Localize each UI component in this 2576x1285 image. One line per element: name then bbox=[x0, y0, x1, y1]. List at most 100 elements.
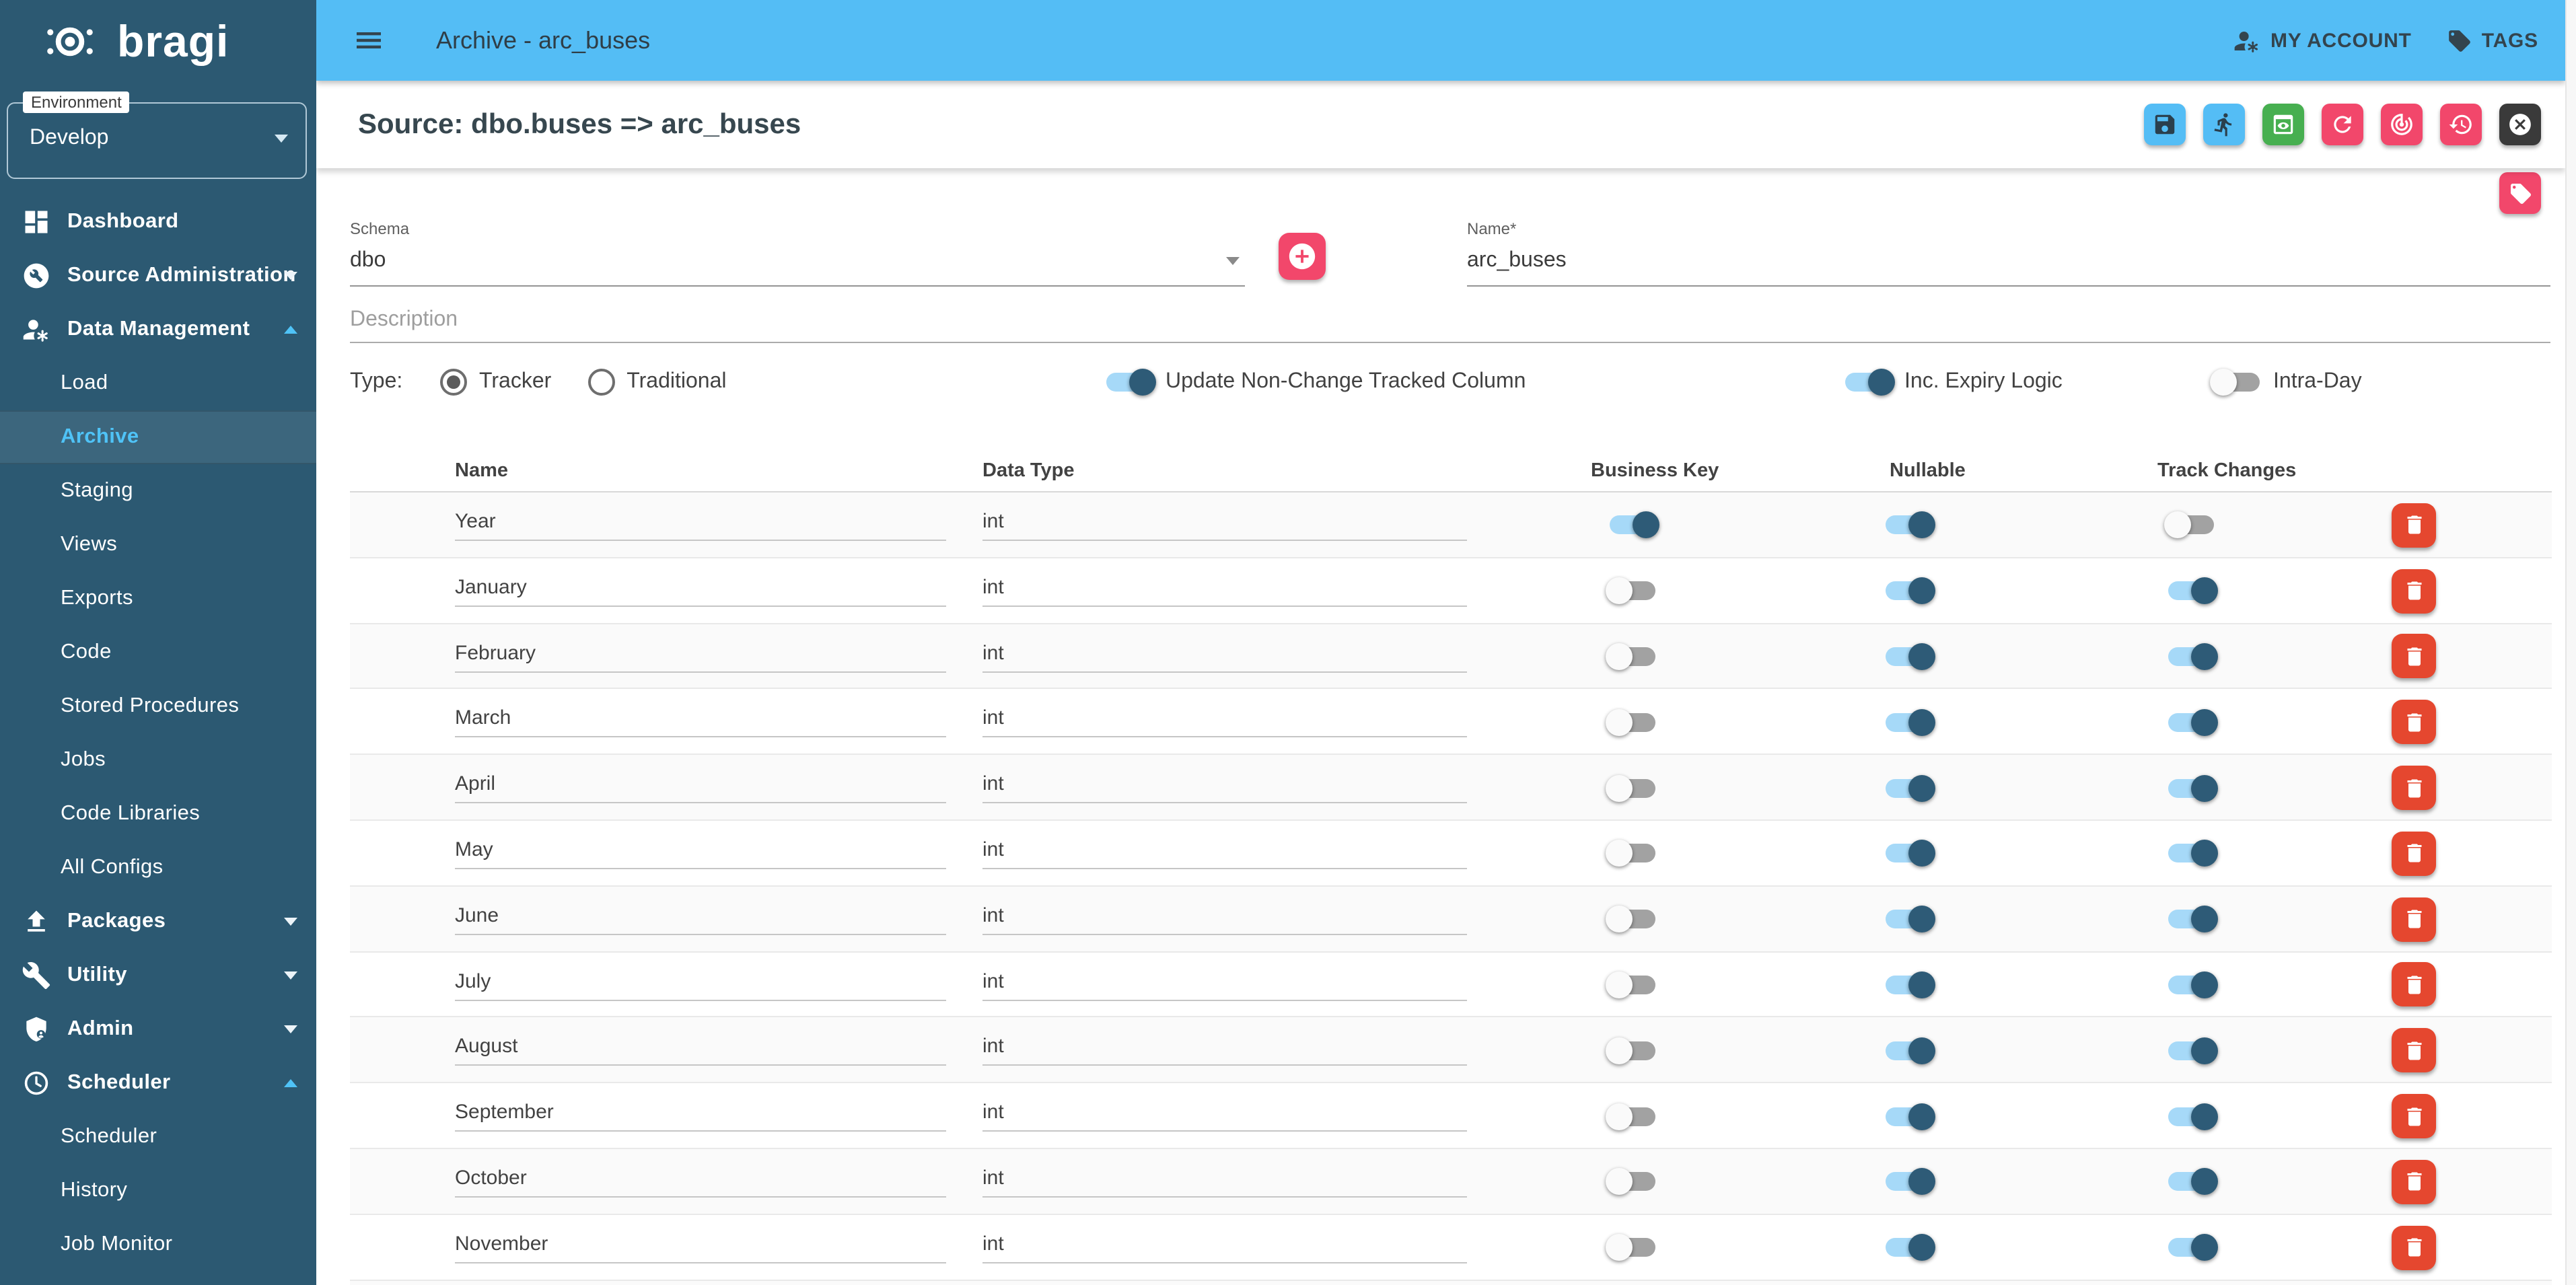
delete-row-button[interactable] bbox=[2392, 568, 2436, 613]
data-type-input[interactable]: int bbox=[982, 832, 1467, 869]
track-changes-switch[interactable] bbox=[2168, 577, 2214, 604]
nullable-switch[interactable] bbox=[1886, 774, 1931, 801]
business-key-switch[interactable] bbox=[1610, 1103, 1655, 1130]
business-key-switch[interactable] bbox=[1610, 1037, 1655, 1064]
track-changes-switch[interactable] bbox=[2168, 512, 2214, 539]
data-type-input[interactable]: int bbox=[982, 1094, 1467, 1132]
sidebar-item-data-management[interactable]: Data Management bbox=[0, 303, 316, 357]
sidebar-item-scheduler[interactable]: Scheduler bbox=[0, 1056, 316, 1110]
track-changes-switch[interactable] bbox=[2168, 643, 2214, 670]
delete-row-button[interactable] bbox=[2392, 503, 2436, 548]
data-type-input[interactable]: int bbox=[982, 1029, 1467, 1066]
data-type-input[interactable]: int bbox=[982, 963, 1467, 1000]
business-key-switch[interactable] bbox=[1610, 840, 1655, 867]
sidebar-item-views[interactable]: Views bbox=[0, 518, 316, 572]
business-key-switch[interactable] bbox=[1610, 709, 1655, 736]
delete-row-button[interactable] bbox=[2392, 766, 2436, 810]
delete-row-button[interactable] bbox=[2392, 963, 2436, 1007]
nullable-switch[interactable] bbox=[1886, 906, 1931, 932]
radio-tracker[interactable] bbox=[440, 369, 467, 396]
refresh-button[interactable] bbox=[2322, 104, 2363, 145]
sidebar-item-job-monitor[interactable]: Job Monitor bbox=[0, 1218, 316, 1272]
inc-expiry-logic-switch[interactable] bbox=[1845, 369, 1891, 396]
nullable-switch[interactable] bbox=[1886, 1169, 1931, 1196]
column-name-input[interactable]: November bbox=[455, 1226, 946, 1263]
business-key-switch[interactable] bbox=[1610, 774, 1655, 801]
track-changes-switch[interactable] bbox=[2168, 774, 2214, 801]
track-changes-switch[interactable] bbox=[2168, 1103, 2214, 1130]
sidebar-item-jobs[interactable]: Jobs bbox=[0, 733, 316, 787]
track-changes-switch[interactable] bbox=[2168, 1169, 2214, 1196]
schema-select[interactable]: Schema dbo bbox=[350, 219, 1245, 287]
data-type-input[interactable]: int bbox=[982, 503, 1467, 541]
track-changes-switch[interactable] bbox=[2168, 906, 2214, 932]
delete-row-button[interactable] bbox=[2392, 1160, 2436, 1204]
nullable-switch[interactable] bbox=[1886, 643, 1931, 670]
column-name-input[interactable]: July bbox=[455, 963, 946, 1000]
nullable-switch[interactable] bbox=[1886, 971, 1931, 998]
business-key-switch[interactable] bbox=[1610, 577, 1655, 604]
delete-row-button[interactable] bbox=[2392, 1029, 2436, 1073]
sidebar-item-utility[interactable]: Utility bbox=[0, 949, 316, 1002]
delete-row-button[interactable] bbox=[2392, 700, 2436, 745]
sidebar-item-source-administration[interactable]: Source Administration bbox=[0, 249, 316, 303]
sidebar-item-history[interactable]: History bbox=[0, 1164, 316, 1218]
sidebar-item-scheduler-sub[interactable]: Scheduler bbox=[0, 1110, 316, 1164]
sidebar-item-admin[interactable]: Admin bbox=[0, 1002, 316, 1056]
menu-icon[interactable] bbox=[353, 24, 385, 57]
data-type-input[interactable]: int bbox=[982, 1226, 1467, 1263]
column-name-input[interactable]: January bbox=[455, 569, 946, 607]
track-changes-button[interactable] bbox=[2381, 104, 2423, 145]
nullable-switch[interactable] bbox=[1886, 1234, 1931, 1261]
data-type-input[interactable]: int bbox=[982, 766, 1467, 803]
environment-select[interactable]: Environment Develop bbox=[7, 102, 307, 179]
nullable-switch[interactable] bbox=[1886, 512, 1931, 539]
description-field[interactable]: Description bbox=[350, 307, 2550, 343]
tags-menu-button[interactable]: TAGS bbox=[2447, 28, 2538, 53]
track-changes-switch[interactable] bbox=[2168, 971, 2214, 998]
history-button[interactable] bbox=[2440, 104, 2482, 145]
save-button[interactable] bbox=[2144, 104, 2186, 145]
sidebar-item-dashboard[interactable]: Dashboard bbox=[0, 195, 316, 249]
business-key-switch[interactable] bbox=[1610, 971, 1655, 998]
radio-option-traditional[interactable]: Traditional bbox=[587, 369, 726, 396]
add-schema-button[interactable] bbox=[1279, 233, 1326, 280]
delete-row-button[interactable] bbox=[2392, 1094, 2436, 1138]
nullable-switch[interactable] bbox=[1886, 709, 1931, 736]
business-key-switch[interactable] bbox=[1610, 512, 1655, 539]
scrollbar[interactable] bbox=[2565, 0, 2576, 1285]
data-type-input[interactable]: int bbox=[982, 569, 1467, 607]
column-name-input[interactable]: April bbox=[455, 766, 946, 803]
delete-row-button[interactable] bbox=[2392, 1225, 2436, 1270]
preview-button[interactable] bbox=[2262, 104, 2304, 145]
track-changes-switch[interactable] bbox=[2168, 1234, 2214, 1261]
column-name-input[interactable]: June bbox=[455, 897, 946, 935]
radio-option-tracker[interactable]: Tracker bbox=[440, 369, 551, 396]
delete-row-button[interactable] bbox=[2392, 634, 2436, 679]
sidebar-item-staging[interactable]: Staging bbox=[0, 464, 316, 518]
column-name-input[interactable]: October bbox=[455, 1160, 946, 1198]
my-account-button[interactable]: MY ACCOUNT bbox=[2233, 26, 2412, 54]
sidebar-item-code[interactable]: Code bbox=[0, 626, 316, 680]
business-key-switch[interactable] bbox=[1610, 1169, 1655, 1196]
track-changes-switch[interactable] bbox=[2168, 709, 2214, 736]
nullable-switch[interactable] bbox=[1886, 1037, 1931, 1064]
sidebar-item-stored-procedures[interactable]: Stored Procedures bbox=[0, 680, 316, 733]
nullable-switch[interactable] bbox=[1886, 577, 1931, 604]
data-type-input[interactable]: int bbox=[982, 897, 1467, 935]
sidebar-item-exports[interactable]: Exports bbox=[0, 572, 316, 626]
column-name-input[interactable]: August bbox=[455, 1029, 946, 1066]
tag-button[interactable] bbox=[2499, 172, 2541, 214]
intra-day-switch[interactable] bbox=[2214, 369, 2260, 396]
radio-traditional[interactable] bbox=[587, 369, 614, 396]
column-name-input[interactable]: May bbox=[455, 832, 946, 869]
sidebar-item-archive[interactable]: Archive bbox=[0, 410, 316, 464]
business-key-switch[interactable] bbox=[1610, 643, 1655, 670]
update-non-change-tracked-column-switch[interactable] bbox=[1106, 369, 1152, 396]
nullable-switch[interactable] bbox=[1886, 1103, 1931, 1130]
track-changes-switch[interactable] bbox=[2168, 1037, 2214, 1064]
sidebar-item-packages[interactable]: Packages bbox=[0, 895, 316, 949]
cancel-button[interactable] bbox=[2499, 104, 2541, 145]
name-field[interactable]: Name* arc_buses bbox=[1467, 219, 2550, 287]
data-type-input[interactable]: int bbox=[982, 1160, 1467, 1198]
